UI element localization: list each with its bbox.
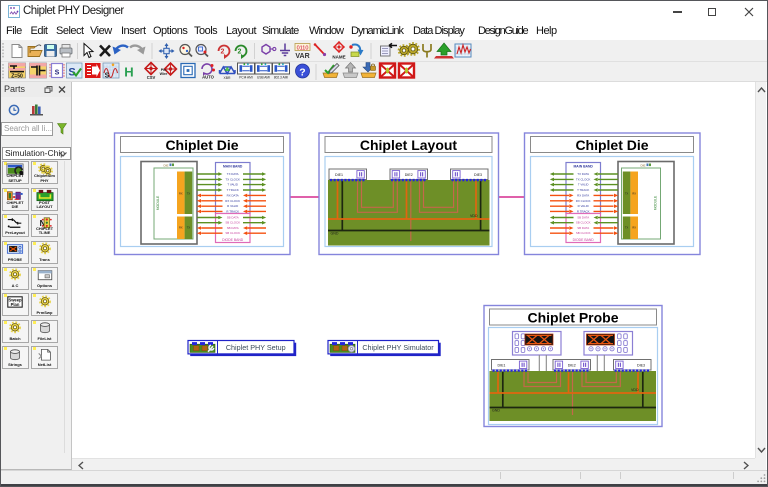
svg-text:CSV: CSV (147, 75, 156, 80)
svg-text:TX CLOCK: TX CLOCK (225, 177, 240, 181)
svg-text:SB CLOCK: SB CLOCK (225, 231, 240, 235)
svg-text:DIODE BAND: DIODE BAND (573, 238, 595, 242)
svg-text:R VALID: R VALID (578, 204, 589, 208)
svg-text:2: 2 (221, 49, 225, 56)
svg-text:Chiplet Probe: Chiplet Probe (527, 309, 618, 325)
svg-text:SB CLOCK: SB CLOCK (225, 221, 240, 225)
svg-text:XBR: XBR (224, 76, 232, 80)
svg-text:TX CLOCK: TX CLOCK (576, 177, 591, 181)
svg-text:T VALID: T VALID (227, 183, 238, 187)
svg-text:RX CLOCK: RX CLOCK (576, 199, 591, 203)
svg-text:SB DATA: SB DATA (227, 226, 239, 230)
svg-text:TX: TX (187, 192, 191, 196)
svg-text:DIE3: DIE3 (474, 173, 482, 177)
svg-text:H: H (124, 65, 133, 80)
svg-text:R VALID: R VALID (227, 204, 238, 208)
svg-text:DIE: DIE (640, 163, 645, 167)
svg-text:S: S (105, 73, 110, 80)
svg-text:0110: 0110 (297, 45, 309, 51)
svg-text:Chiplet Die: Chiplet Die (575, 137, 648, 153)
svg-text:MODULE: MODULE (654, 195, 658, 210)
svg-text:Wire: Wire (160, 72, 168, 76)
svg-text:RX DATA: RX DATA (227, 193, 239, 197)
svg-text:MODULE: MODULE (156, 195, 160, 210)
svg-text:RX: RX (632, 226, 636, 230)
svg-text:DIE2: DIE2 (568, 363, 576, 367)
svg-text:DIE2: DIE2 (405, 173, 413, 177)
svg-text:2: 2 (238, 49, 242, 56)
svg-text:SB CLOCK: SB CLOCK (576, 221, 591, 225)
svg-text:DIODE BAND: DIODE BAND (222, 238, 244, 242)
svg-text:USB AMI: USB AMI (257, 76, 270, 80)
svg-text:RX: RX (179, 192, 183, 196)
svg-text:R TRACK: R TRACK (226, 209, 239, 213)
svg-text:Chiplet PHY Simulator: Chiplet PHY Simulator (362, 343, 434, 352)
svg-text:R TRACK: R TRACK (577, 209, 590, 213)
svg-text:Chiplet Layout: Chiplet Layout (360, 137, 458, 153)
svg-text:TX DATA: TX DATA (577, 172, 589, 176)
svg-text:VDD: VDD (631, 388, 639, 392)
svg-text:GND: GND (492, 409, 500, 413)
svg-text:RX DATA: RX DATA (577, 193, 589, 197)
svg-text:T TRACK: T TRACK (577, 188, 589, 192)
svg-text:Plan: Plan (11, 302, 20, 307)
svg-text:RX: RX (179, 226, 183, 230)
svg-text:T TRACK: T TRACK (227, 188, 239, 192)
svg-text:Chiplet Die: Chiplet Die (165, 137, 238, 153)
svg-text:SB DATA: SB DATA (577, 226, 589, 230)
svg-text:NAME: NAME (332, 55, 345, 60)
svg-text:DIE3: DIE3 (637, 363, 645, 367)
svg-text:TX: TX (187, 226, 191, 230)
svg-text:T VALID: T VALID (578, 183, 589, 187)
svg-text:TX: TX (625, 192, 629, 196)
svg-text:Chiplet PHY Setup: Chiplet PHY Setup (226, 343, 286, 352)
svg-text:RX CLOCK: RX CLOCK (225, 199, 240, 203)
svg-text:RX: RX (632, 192, 636, 196)
svg-text:VDD: VDD (470, 214, 478, 218)
svg-text:Z=50: Z=50 (11, 74, 23, 80)
svg-text:SB DATA: SB DATA (577, 216, 589, 220)
svg-text:TX DATA: TX DATA (227, 172, 239, 176)
svg-text:TX: TX (625, 226, 629, 230)
svg-text:DIE1: DIE1 (335, 173, 343, 177)
svg-text:?: ? (299, 66, 305, 78)
svg-text:802.3 AMI: 802.3 AMI (274, 76, 288, 80)
svg-text:MAIN BAND: MAIN BAND (223, 165, 243, 169)
svg-text:GND: GND (331, 232, 339, 236)
svg-text:AUTO: AUTO (202, 75, 215, 80)
svg-text:MAIN BAND: MAIN BAND (573, 165, 593, 169)
svg-text:DIE: DIE (163, 163, 168, 167)
svg-text:s: s (54, 67, 59, 77)
svg-text:SB CLOCK: SB CLOCK (576, 231, 591, 235)
svg-text:DIE1: DIE1 (498, 363, 506, 367)
svg-text:VAR: VAR (295, 53, 309, 60)
svg-text:SB DATA: SB DATA (227, 216, 239, 220)
svg-text:PCI4 AMI: PCI4 AMI (239, 76, 253, 80)
